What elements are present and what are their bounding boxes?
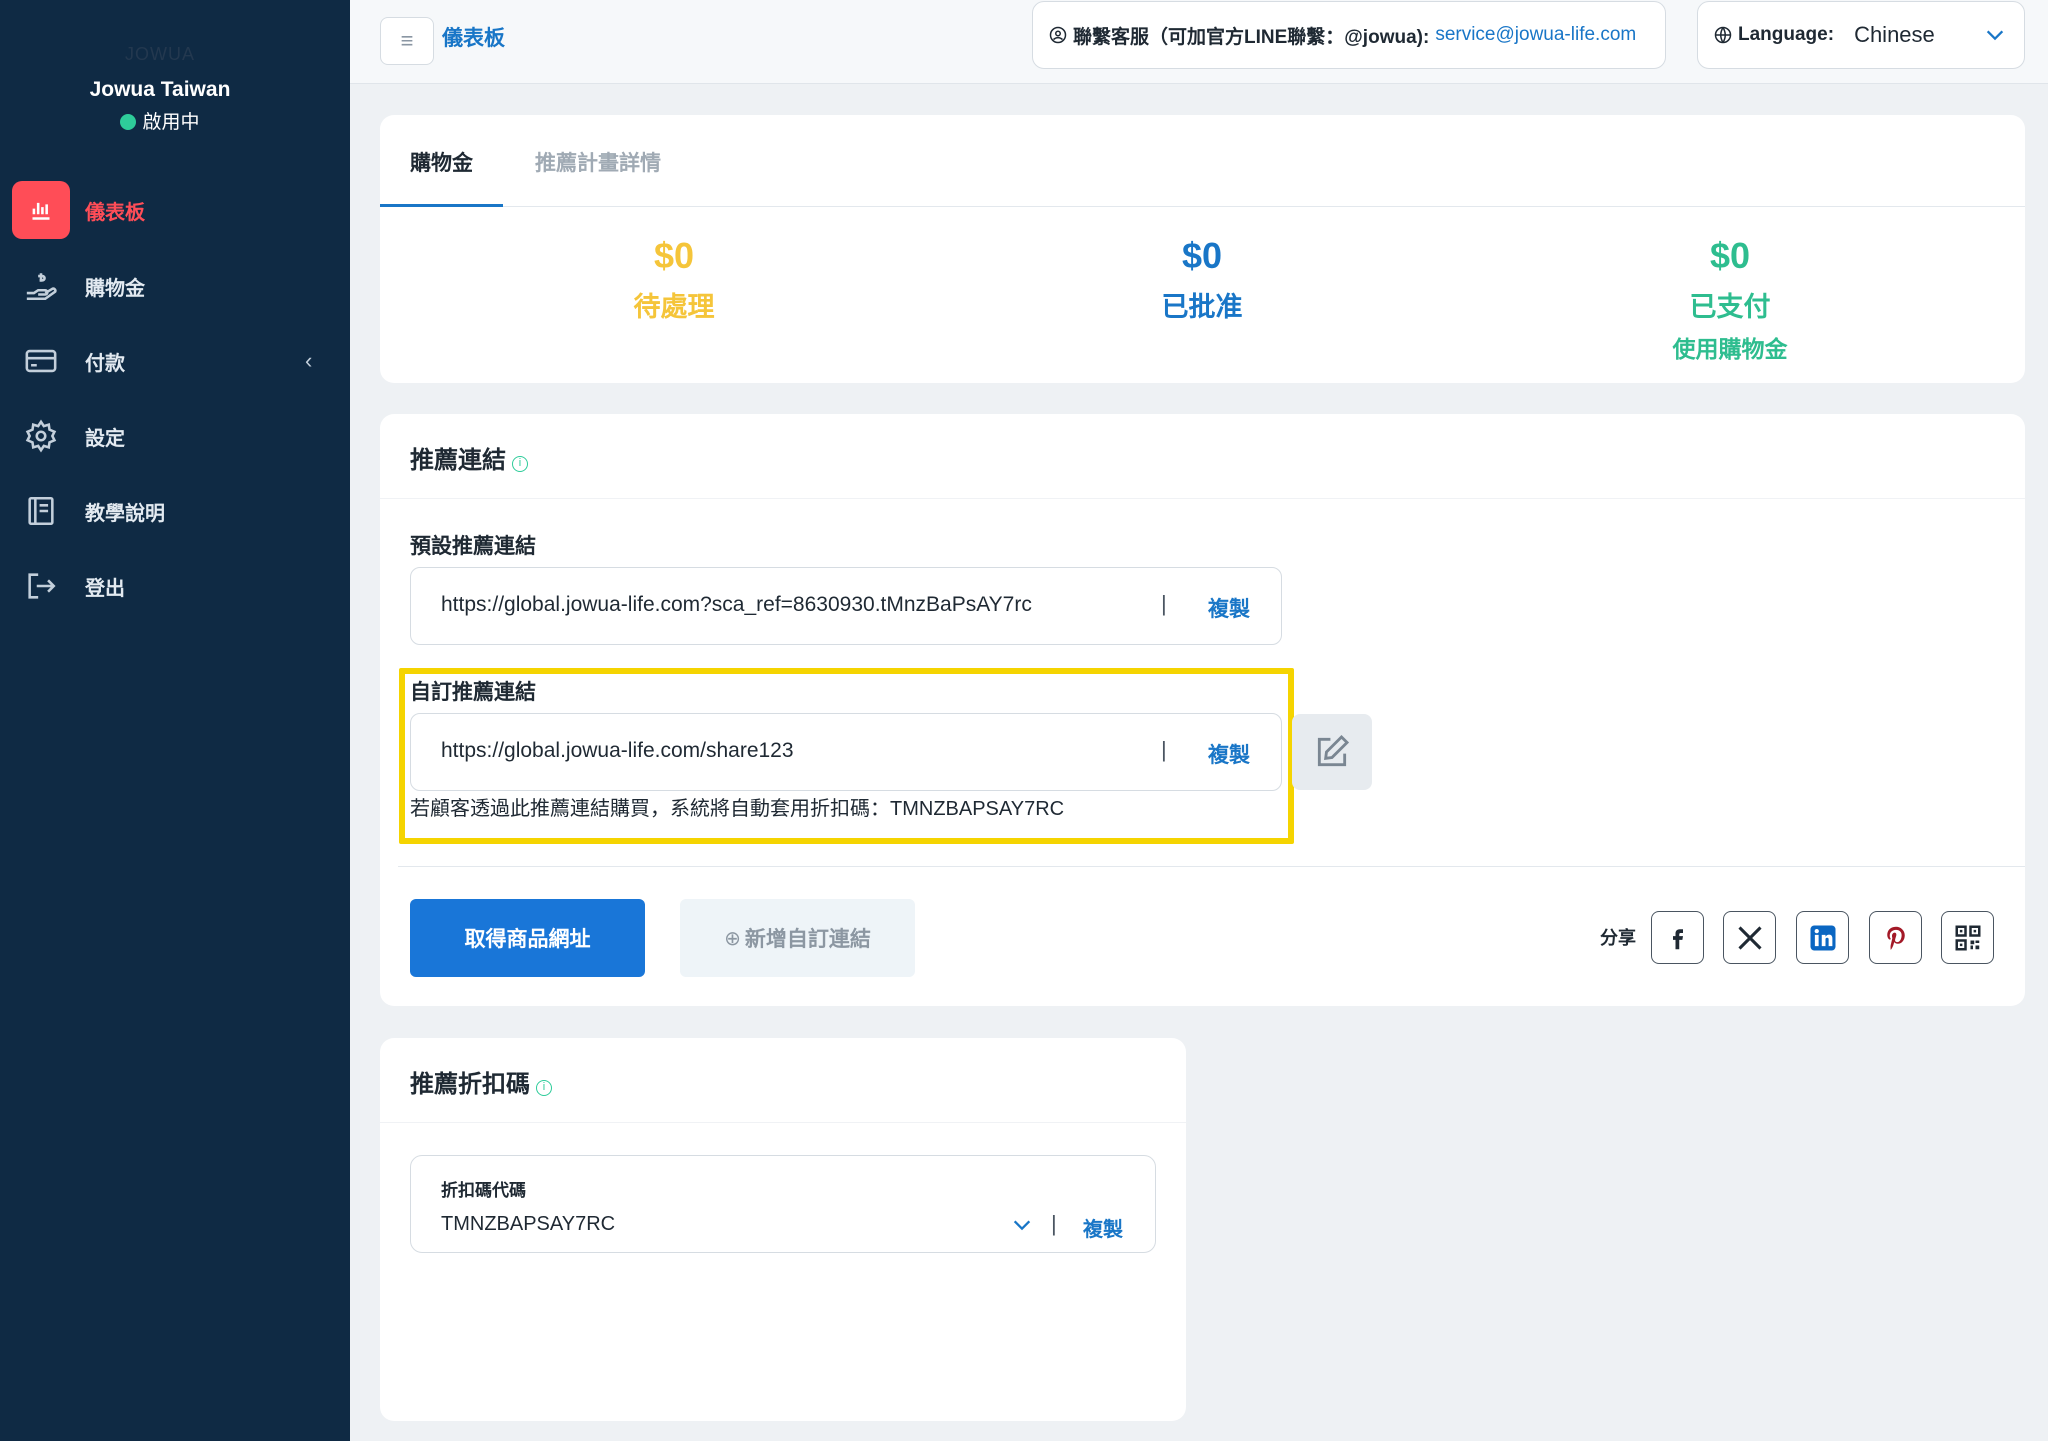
default-link-label: 預設推薦連結: [410, 535, 536, 558]
chevron-left-icon: ‹: [305, 348, 313, 373]
stat-label: 待處理: [633, 292, 715, 322]
status-label: 啟用中: [142, 112, 200, 133]
chevron-down-icon: [1986, 30, 2004, 41]
section-header: 推薦連結 i: [380, 414, 2025, 499]
share-qr-code-button[interactable]: [1941, 911, 1994, 964]
copy-default-link-button[interactable]: 複製: [1208, 593, 1250, 623]
discount-code-select[interactable]: 折扣碼代碼 TMNZBAPSAY7RC | 複製: [410, 1155, 1156, 1253]
stat-amount: $0: [653, 235, 695, 276]
get-product-url-button[interactable]: 取得商品網址: [410, 899, 645, 977]
sidebar-item-payment[interactable]: 付款 ‹: [0, 331, 350, 391]
sidebar-item-credits[interactable]: 購物金: [0, 256, 350, 316]
section-title-text: 推薦連結: [410, 447, 506, 474]
default-link-field: https://global.jowua-life.com?sca_ref=86…: [410, 567, 1282, 645]
facebook-icon: [1672, 928, 1683, 949]
stat-label: 已支付: [1689, 292, 1771, 322]
share-label: 分享: [1600, 928, 1636, 948]
stat-amount: $0: [1181, 235, 1223, 276]
chevron-down-icon[interactable]: [1011, 1214, 1033, 1236]
discount-code-card: 推薦折扣碼 i 折扣碼代碼 TMNZBAPSAY7RC | 複製: [380, 1038, 1186, 1421]
stat-pending: $0 待處理: [474, 235, 874, 324]
globe-icon: [1714, 26, 1732, 44]
stat-amount: $0: [1709, 235, 1751, 276]
share-x-button[interactable]: [1723, 911, 1776, 964]
tab-bar: 購物金 推薦計畫詳情: [380, 115, 2025, 207]
default-link-url[interactable]: https://global.jowua-life.com?sca_ref=86…: [441, 593, 1032, 617]
status-dot: [120, 114, 137, 130]
share-pinterest-button[interactable]: [1869, 911, 1922, 964]
sidebar-item-dashboard[interactable]: 儀表板: [0, 180, 350, 240]
separator: |: [1051, 1211, 1057, 1236]
support-email-link[interactable]: service@jowua-life.com: [1435, 24, 1636, 46]
section-title-text: 推薦折扣碼: [410, 1071, 530, 1098]
sidebar-item-label: 設定: [85, 427, 125, 450]
add-custom-link-button[interactable]: ⊕ 新增自訂連結: [680, 899, 915, 977]
stat-approved: $0 已批准: [1002, 235, 1402, 324]
language-label: Language:: [1738, 24, 1835, 45]
credit-card-icon: [12, 332, 70, 390]
sidebar-item-settings[interactable]: 設定: [0, 406, 350, 466]
stat-paid: $0 已支付 使用購物金: [1530, 235, 1930, 364]
custom-link-highlight: [399, 668, 1294, 844]
menu-toggle-button[interactable]: ≡: [380, 17, 434, 65]
sidebar-item-tutorial[interactable]: 教學說明: [0, 481, 350, 541]
x-icon: [1737, 925, 1762, 950]
discount-code-value: TMNZBAPSAY7RC: [441, 1213, 616, 1235]
page-title: 儀表板: [442, 27, 505, 50]
hamburger-icon: ≡: [400, 28, 414, 53]
hand-dollar-icon: [12, 257, 70, 315]
logout-icon: [12, 557, 70, 615]
support-contact: 聯繫客服（可加官方LINE聯繫：@jowua): service@jowua-l…: [1032, 1, 1666, 69]
tab-credits[interactable]: 購物金: [410, 147, 473, 177]
user-circle-icon: [1049, 26, 1067, 44]
edit-custom-link-button[interactable]: [1292, 714, 1372, 790]
language-select[interactable]: Language: Chinese: [1697, 1, 2025, 69]
book-icon: [12, 482, 70, 540]
edit-icon: [1317, 734, 1350, 767]
brand-name: Jowua Taiwan: [89, 78, 231, 101]
gear-icon: [12, 407, 70, 465]
share-linkedin-button[interactable]: [1796, 911, 1849, 964]
plus-circle-icon: ⊕: [724, 927, 741, 950]
add-custom-link-label: 新增自訂連結: [744, 928, 871, 951]
stat-label: 已批准: [1161, 292, 1243, 322]
qr-code-icon: [1955, 925, 1980, 950]
info-icon[interactable]: i: [536, 1080, 552, 1096]
sidebar: JOWUA Jowua Taiwan 啟用中 儀表板 購物金 付款 ‹ 設定 教…: [0, 0, 350, 1441]
credits-card: 購物金 推薦計畫詳情 $0 待處理 $0 已批准 $0 已支付 使用購物金: [380, 115, 2025, 383]
discount-code-label: 折扣碼代碼: [441, 1181, 526, 1200]
sidebar-item-label: 登出: [85, 577, 125, 600]
sidebar-item-label: 教學說明: [85, 502, 165, 525]
section-header: 推薦折扣碼 i: [380, 1038, 1186, 1123]
sidebar-item-label: 付款: [85, 352, 125, 375]
sidebar-item-label: 購物金: [85, 277, 145, 300]
pinterest-icon: [1886, 926, 1905, 950]
stat-sub-label: 使用購物金: [1672, 336, 1788, 362]
section-title: 推薦連結 i: [410, 440, 528, 475]
support-label: 聯繫客服（可加官方LINE聯繫：@jowua):: [1073, 26, 1430, 48]
tab-program-details[interactable]: 推薦計畫詳情: [535, 147, 661, 177]
share-facebook-button[interactable]: [1651, 911, 1704, 964]
copy-discount-code-button[interactable]: 複製: [1083, 1213, 1123, 1242]
info-icon[interactable]: i: [512, 456, 528, 472]
active-tab-indicator: [380, 204, 503, 207]
language-value: Chinese: [1854, 22, 1935, 47]
brand-logo: JOWUA: [125, 44, 195, 64]
divider: [398, 866, 2025, 867]
sidebar-item-logout[interactable]: 登出: [0, 556, 350, 616]
linkedin-icon: [1810, 925, 1835, 950]
sidebar-item-label: 儀表板: [85, 201, 145, 224]
section-title: 推薦折扣碼 i: [410, 1064, 552, 1099]
separator: |: [1161, 591, 1167, 616]
bar-chart-icon: [12, 181, 70, 239]
brand-status: 啟用中: [0, 107, 320, 134]
